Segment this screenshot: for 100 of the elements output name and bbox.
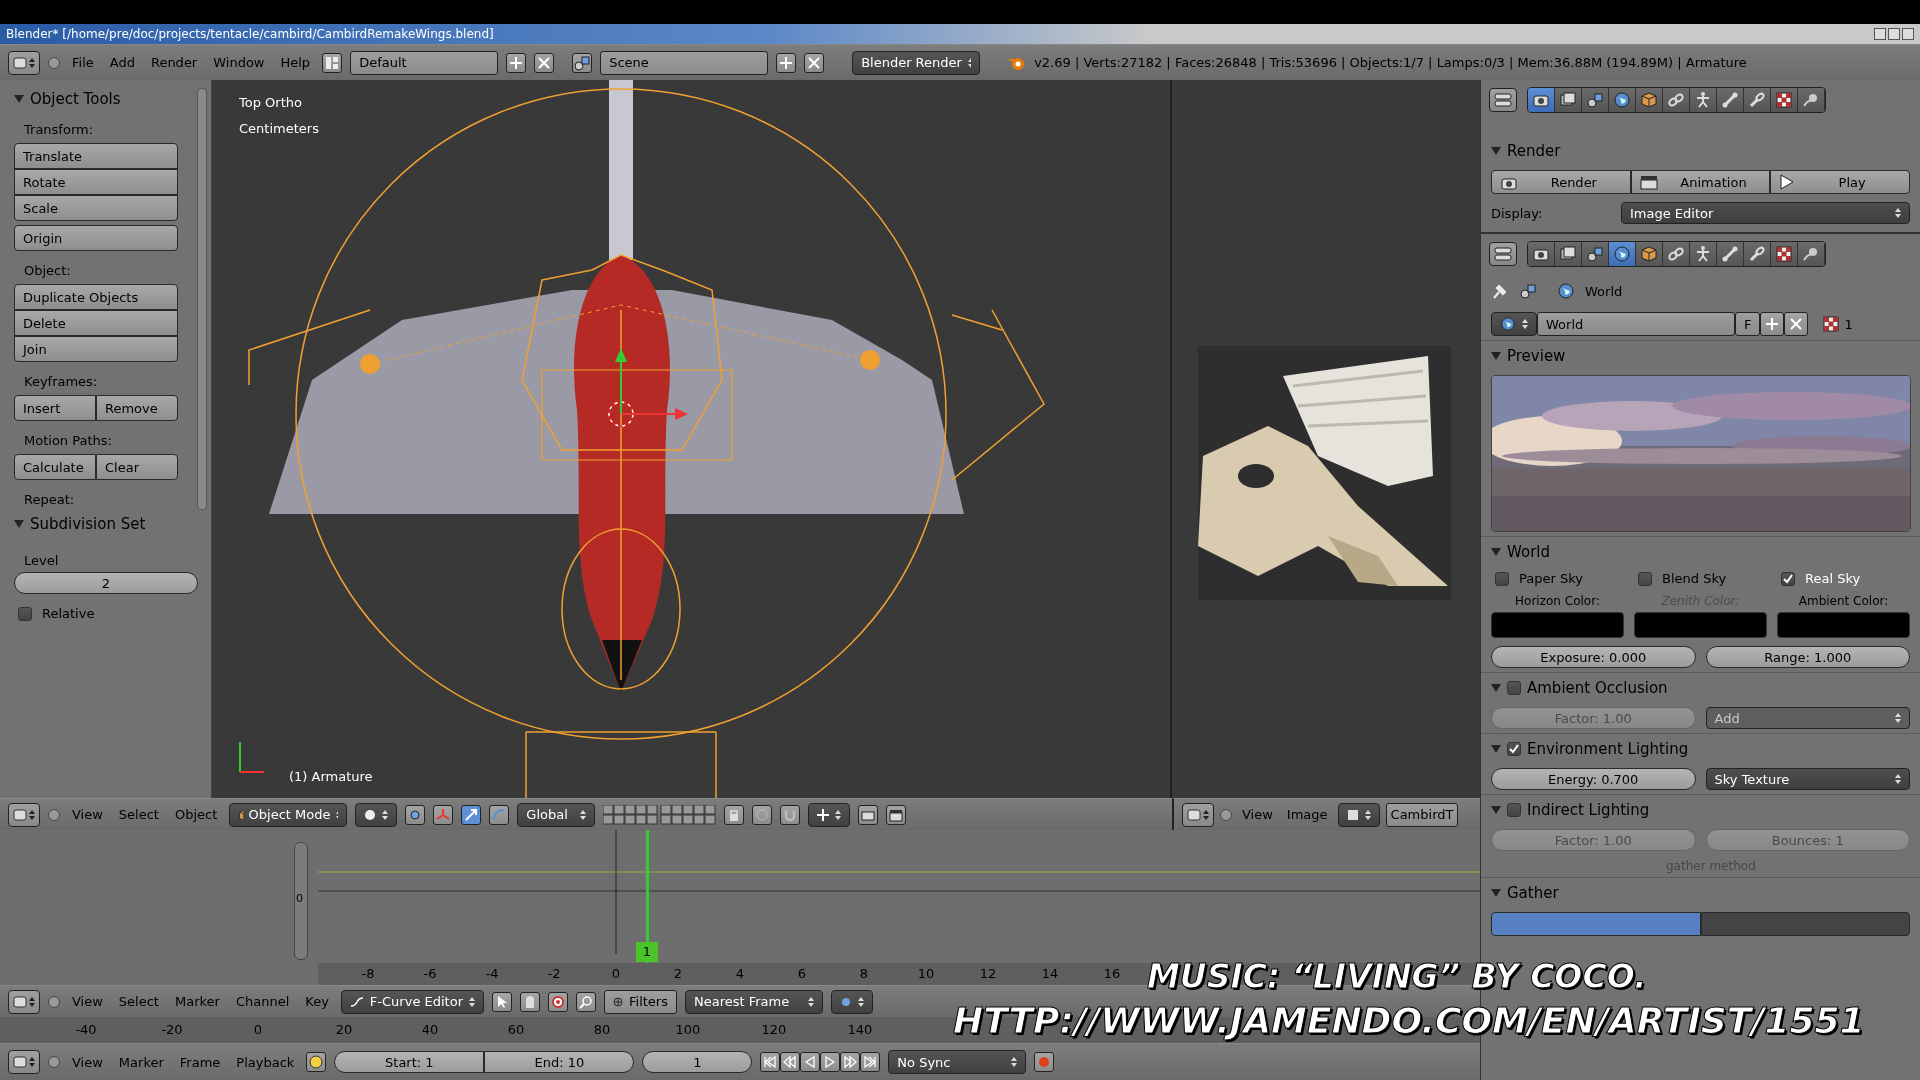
checkbox[interactable] <box>18 606 32 621</box>
tool-button[interactable]: Duplicate Objects <box>14 284 178 310</box>
tool-button[interactable]: Delete <box>14 310 178 336</box>
tool-button[interactable]: Calculate <box>14 454 96 480</box>
editor-type-button[interactable] <box>8 50 40 75</box>
dropdown[interactable]: Sky Texture <box>1705 768 1910 790</box>
minimize-button[interactable] <box>1874 28 1886 40</box>
checkbox[interactable] <box>1495 571 1509 586</box>
disclosure-triangle-icon[interactable] <box>14 520 24 528</box>
delete-button[interactable] <box>804 52 825 73</box>
world-name-field[interactable]: World <box>1537 312 1735 336</box>
editor-type-button[interactable] <box>8 1050 40 1074</box>
add-button[interactable] <box>1760 312 1785 336</box>
render-button[interactable]: Animation <box>1630 170 1771 194</box>
properties-tab[interactable] <box>1555 88 1582 112</box>
mode-dropdown[interactable]: Object Mode <box>229 802 348 827</box>
editor-type-button[interactable] <box>1182 802 1214 827</box>
tool-button[interactable]: Insert <box>14 395 96 421</box>
menu-item[interactable]: View <box>68 805 107 824</box>
scene-field[interactable]: Scene <box>600 50 769 75</box>
pivot-dropdown[interactable] <box>830 989 873 1014</box>
menu-item[interactable]: Image <box>1282 805 1332 824</box>
menu-item[interactable]: Object <box>170 805 222 824</box>
number-field[interactable]: Exposure: 0.000 <box>1491 646 1696 668</box>
menu-item[interactable]: Frame <box>175 1052 225 1072</box>
menu-item[interactable]: Key <box>301 992 333 1011</box>
checkbox[interactable] <box>1781 571 1795 586</box>
snap-dropdown[interactable] <box>808 802 851 827</box>
playback-button[interactable] <box>760 1052 781 1072</box>
display-dropdown[interactable]: Image Editor <box>1621 202 1910 224</box>
menu-item[interactable]: Playback <box>232 1052 299 1072</box>
menu-item[interactable]: Add <box>105 53 139 72</box>
collapse-menu-icon[interactable] <box>1220 808 1232 821</box>
checkbox[interactable] <box>1638 571 1652 586</box>
color-swatch[interactable] <box>1634 612 1767 638</box>
tool-button[interactable]: Remove <box>96 395 178 421</box>
menu-item[interactable]: Channel <box>231 992 294 1011</box>
maximize-button[interactable] <box>1888 28 1900 40</box>
menu-item[interactable]: File <box>68 53 98 72</box>
3d-viewport[interactable]: Top Ortho Centimeters (1) Armature <box>212 80 1173 798</box>
playback-button[interactable] <box>860 1052 881 1072</box>
image-browse-dropdown[interactable] <box>1337 802 1380 827</box>
checkbox[interactable] <box>1507 742 1521 756</box>
checkbox[interactable] <box>1507 803 1521 817</box>
cursor-button[interactable] <box>548 991 568 1012</box>
number-field[interactable]: Range: 1.000 <box>1705 646 1910 668</box>
menu-item[interactable]: View <box>68 992 107 1011</box>
properties-tab[interactable] <box>1636 242 1663 266</box>
lock-button[interactable] <box>724 804 745 825</box>
menu-item[interactable]: Help <box>276 53 315 72</box>
color-swatch[interactable] <box>1491 612 1624 638</box>
disclosure-triangle-icon[interactable] <box>1491 352 1501 360</box>
checkbox[interactable] <box>1507 681 1521 695</box>
filters-button[interactable]: Filters <box>604 989 677 1014</box>
level-field[interactable]: 2 <box>14 572 198 594</box>
render-button[interactable]: Render <box>1491 170 1631 194</box>
properties-tab[interactable] <box>1528 88 1555 112</box>
scene-button[interactable] <box>572 52 593 73</box>
menu-item[interactable]: View <box>1238 805 1277 824</box>
layout-field[interactable]: Default <box>350 50 499 75</box>
animation-button[interactable] <box>886 804 907 825</box>
snap-dropdown[interactable]: Nearest Frame <box>684 989 823 1014</box>
orientation-dropdown[interactable]: Global <box>517 802 596 827</box>
playback-button[interactable] <box>820 1052 841 1072</box>
snap-button[interactable] <box>780 804 801 825</box>
collapse-menu-icon[interactable] <box>48 1056 60 1068</box>
tool-button[interactable]: Origin <box>14 225 178 251</box>
gather-option[interactable] <box>1491 912 1701 936</box>
properties-tab[interactable] <box>1528 242 1555 266</box>
tool-button[interactable]: Join <box>14 336 178 362</box>
menu-item[interactable]: Marker <box>114 1052 168 1072</box>
editor-type-button[interactable] <box>1489 88 1517 112</box>
delete-button[interactable] <box>1784 312 1809 336</box>
menu-item[interactable]: Select <box>114 805 163 824</box>
disclosure-triangle-icon[interactable] <box>1491 548 1501 556</box>
select-button[interactable] <box>492 991 512 1012</box>
disclosure-triangle-icon[interactable] <box>1491 147 1501 155</box>
properties-tab[interactable] <box>1717 88 1744 112</box>
playback-button[interactable] <box>780 1052 801 1072</box>
properties-tab[interactable] <box>1636 88 1663 112</box>
editor-type-button[interactable] <box>8 989 40 1014</box>
properties-tab[interactable] <box>1771 242 1798 266</box>
render-button[interactable]: Play <box>1770 170 1910 194</box>
scrollbar[interactable] <box>294 842 308 960</box>
menu-item[interactable]: Render <box>146 53 202 72</box>
record-button[interactable] <box>1034 1052 1055 1072</box>
playback-button[interactable] <box>840 1052 861 1072</box>
properties-tab[interactable] <box>1690 242 1717 266</box>
render-engine-dropdown[interactable]: Blender Render <box>852 50 981 75</box>
tool-button[interactable]: Rotate <box>14 169 178 195</box>
image-name-field[interactable]: CambirdT <box>1385 802 1459 827</box>
menu-item[interactable]: Marker <box>170 992 224 1011</box>
start-frame-field[interactable]: Start: 1 <box>334 1051 485 1073</box>
close-button[interactable] <box>1902 28 1914 40</box>
color-swatch[interactable] <box>1777 612 1910 638</box>
number-field[interactable]: Energy: 0.700 <box>1491 768 1696 790</box>
properties-tab[interactable] <box>1609 242 1636 266</box>
menu-item[interactable]: View <box>68 1052 107 1072</box>
delete-button[interactable] <box>534 52 555 73</box>
mode-dropdown[interactable]: F-Curve Editor <box>340 989 484 1014</box>
